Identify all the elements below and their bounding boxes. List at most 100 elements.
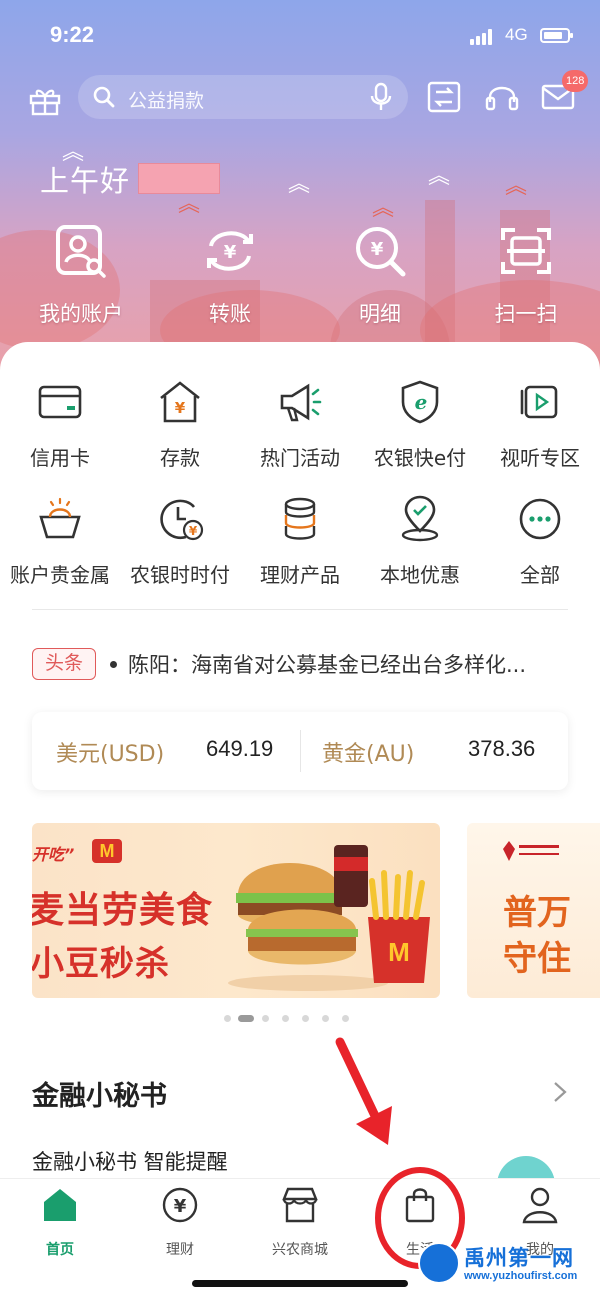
chevron-right-icon[interactable]	[552, 1080, 568, 1104]
service-label: 理财产品	[260, 563, 340, 587]
quick-action-label: 扫一扫	[494, 302, 558, 326]
rate-usd-label: 美元(USD)	[56, 742, 165, 767]
rates-card[interactable]: 美元(USD) 649.19 黄金(AU) 378.36	[32, 712, 568, 790]
quick-action-transfer[interactable]: ¥ 转账	[170, 222, 290, 328]
service-hot-activities[interactable]: 热门活动	[240, 378, 360, 471]
transfer-doc-icon[interactable]	[426, 80, 462, 114]
section-title[interactable]: 金融小秘书	[32, 1074, 167, 1113]
greeting-text: 上午好	[40, 164, 131, 198]
quick-action-label: 转账	[209, 302, 251, 326]
svg-text:¥: ¥	[224, 242, 237, 263]
location-icon	[401, 495, 439, 542]
credit-card-icon	[38, 385, 82, 419]
rate-gold-value: 378.36	[468, 736, 536, 761]
bullet-dot	[110, 661, 117, 668]
profile-icon	[522, 1187, 558, 1224]
headline-tag: 头条	[32, 648, 96, 680]
tab-label: 理财	[166, 1242, 194, 1258]
svg-text:¥: ¥	[189, 524, 198, 538]
banner-tag: 开吃”	[32, 845, 75, 864]
scan-icon	[501, 228, 551, 274]
tab-wealth[interactable]: ¥ 理财	[120, 1185, 240, 1259]
service-all[interactable]: 全部	[480, 495, 600, 588]
service-label: 存款	[160, 446, 200, 470]
watermark-url: www.yuzhoufirst.com	[464, 1270, 578, 1282]
banner-next-line1: 普万	[503, 893, 571, 933]
search-placeholder[interactable]: 公益捐款	[128, 86, 204, 113]
status-time: 9:22	[50, 22, 95, 47]
rate-usd-value: 649.19	[206, 736, 274, 761]
service-e-pay[interactable]: e 农银快e付	[360, 378, 480, 471]
service-credit-card[interactable]: 信用卡	[0, 378, 120, 471]
service-label: 农银时时付	[130, 563, 230, 587]
video-icon	[520, 385, 558, 419]
service-label: 全部	[520, 563, 560, 587]
service-label: 本地优惠	[380, 563, 460, 587]
message-badge: 128	[562, 70, 589, 92]
home-icon	[44, 1189, 76, 1221]
store-icon	[282, 1187, 318, 1223]
banner-headline: 麦当劳美食	[32, 890, 214, 931]
quick-action-scan[interactable]: 扫一扫	[466, 222, 586, 328]
e-pay-icon: e	[401, 380, 439, 424]
tab-label: 兴农商城	[272, 1242, 328, 1258]
quick-action-my-account[interactable]: 我的账户	[21, 222, 141, 328]
promo-banner[interactable]: 开吃” M 麦当劳美食 小豆秒杀 M	[32, 823, 440, 998]
banner-next-line2: 守住	[503, 939, 571, 979]
rate-gold-label: 黄金(AU)	[322, 742, 415, 767]
deposit-icon: ¥	[160, 381, 200, 423]
coins-icon	[284, 497, 316, 540]
service-local-offers[interactable]: 本地优惠	[360, 495, 480, 588]
gift-icon[interactable]	[28, 86, 62, 116]
quick-action-label: 明细	[359, 302, 401, 326]
promo-banner-next[interactable]: 普万 守住	[467, 823, 600, 998]
carousel-dot	[342, 1015, 349, 1022]
svg-text:¥: ¥	[174, 1196, 187, 1217]
bird-icon: ︽	[372, 196, 395, 221]
burger-fries-image: M	[228, 845, 430, 991]
service-label: 农银快e付	[373, 446, 467, 470]
section-subtitle: 金融小秘书 智能提醒	[32, 1150, 228, 1174]
headset-icon[interactable]	[484, 80, 520, 114]
home-indicator	[192, 1280, 408, 1287]
service-clock-pay[interactable]: ¥ 农银时时付	[120, 495, 240, 588]
watermark-logo-icon	[418, 1242, 460, 1284]
service-label: 信用卡	[30, 446, 90, 470]
search-bar[interactable]: 公益捐款	[78, 75, 408, 119]
divider	[32, 609, 568, 610]
more-icon	[519, 498, 561, 540]
news-ticker[interactable]: 头条 陈阳：海南省对公募基金已经出台多样化...	[32, 645, 572, 685]
headline-text[interactable]: 陈阳：海南省对公募基金已经出台多样化...	[128, 649, 568, 679]
svg-text:¥: ¥	[175, 399, 186, 417]
megaphone-icon	[280, 383, 322, 422]
service-label: 账户贵金属	[10, 563, 110, 587]
quick-action-label: 我的账户	[39, 302, 123, 326]
quick-action-details[interactable]: ¥ 明细	[320, 222, 440, 328]
carousel-dot	[224, 1015, 231, 1022]
mcdonalds-logo: M	[92, 839, 122, 863]
microphone-icon[interactable]	[368, 82, 394, 112]
bird-icon: ︽	[505, 174, 528, 199]
tab-store[interactable]: 兴农商城	[240, 1185, 360, 1259]
rate-separator	[300, 730, 301, 772]
search-icon	[93, 86, 115, 108]
service-deposit[interactable]: ¥ 存款	[120, 378, 240, 471]
bank-logo-icon	[503, 841, 559, 861]
tab-home[interactable]: 首页	[0, 1185, 120, 1259]
carousel-dot	[302, 1015, 309, 1022]
service-precious-metal[interactable]: 账户贵金属	[0, 495, 120, 588]
tab-label: 首页	[46, 1242, 74, 1258]
service-wealth-products[interactable]: 理财产品	[240, 495, 360, 588]
shopping-bag-icon	[405, 1188, 435, 1223]
svg-text:¥: ¥	[371, 239, 384, 260]
site-watermark: 禹州第一网 www.yuzhoufirst.com	[418, 1236, 600, 1294]
svg-text:M: M	[388, 937, 410, 967]
signal-icon	[470, 29, 492, 45]
service-video[interactable]: 视听专区	[480, 378, 600, 471]
header-banner: ︽ ︽ ︽ ︽ ︽ ︽ 9:22 4G 公益捐款 128 上午好 我的账户 ¥ …	[0, 0, 600, 380]
details-icon: ¥	[356, 227, 406, 277]
transfer-icon: ¥	[207, 231, 253, 271]
battery-icon	[540, 28, 573, 43]
precious-metal-icon	[39, 497, 81, 539]
svg-text:e: e	[415, 390, 428, 414]
